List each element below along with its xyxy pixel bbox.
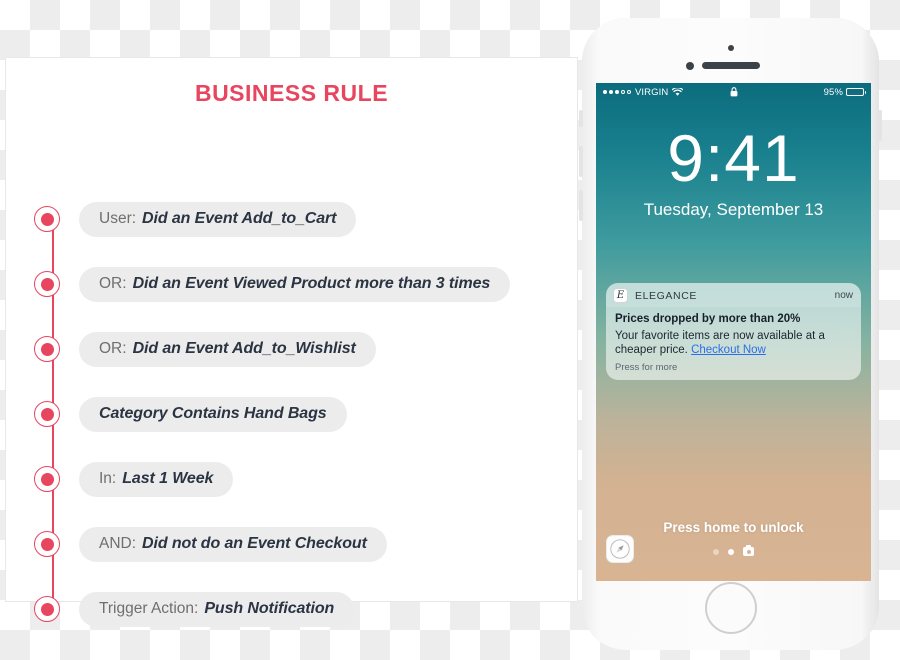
timeline-node-icon [34,531,60,557]
page-dot-active[interactable] [728,548,734,555]
timeline-node-icon [34,271,60,297]
push-notification-banner[interactable]: E ELEGANCE now Prices dropped by more th… [606,283,861,381]
signal-strength-icon [603,90,631,94]
rule-prefix: OR: [99,339,127,357]
home-button[interactable] [704,582,757,634]
clock-time: 9:41 [667,121,800,195]
rule-row[interactable]: Category Contains Hand Bags [34,395,567,433]
rule-row[interactable]: In: Last 1 Week [34,460,567,498]
signal-dot-empty [627,90,631,94]
front-camera-icon [685,62,694,70]
page-title: BUSINESS RULE [194,80,389,106]
rule-row[interactable]: Trigger Action: Push Notification [34,590,567,628]
rule-prefix: In: [99,469,117,487]
silent-switch-button[interactable] [579,110,583,127]
notification-body: Prices dropped by more than 20% Your fav… [606,307,861,380]
signal-dot-filled [603,90,607,94]
rule-value: Did not do an Event Checkout [142,534,367,552]
volume-down-button[interactable] [579,190,583,221]
volume-up-button[interactable] [579,146,583,177]
business-rule-card: BUSINESS RULE User: Did an Event Add_to_… [5,57,578,627]
rule-pill[interactable]: Trigger Action: Push Notification [79,591,355,627]
wifi-icon [672,87,684,96]
rule-value: Category Contains Hand Bags [99,404,327,422]
notification-press-hint: Press for more [615,362,678,374]
unlock-hint-label: Press home to unlock [663,520,804,535]
notification-message: Your favorite items are now available at… [615,329,852,359]
clock-date: Tuesday, September 13 [643,200,824,219]
page-dot[interactable] [713,548,719,555]
rule-value: Did an Event Viewed Product more than 3 … [132,274,491,292]
earpiece-speaker [701,62,760,69]
rule-pill[interactable]: User: Did an Event Add_to_Cart [79,201,357,237]
rule-value: Did an Event Add_to_Wishlist [132,339,356,357]
rule-prefix: Trigger Action: [99,599,199,617]
notification-app-name: ELEGANCE [635,289,697,302]
status-bar-right: 95% [823,86,866,98]
rule-row[interactable]: User: Did an Event Add_to_Cart [34,200,567,238]
rule-pill[interactable]: Category Contains Hand Bags [79,396,347,432]
timeline-node-icon [34,596,60,622]
signal-dot-filled [615,90,619,94]
rule-row[interactable]: OR: Did an Event Viewed Product more tha… [34,265,567,303]
lock-screen-clock: 9:41 Tuesday, September 13 [596,125,871,220]
lock-icon [730,87,737,97]
status-bar: VIRGIN 95% [596,83,871,101]
rule-pill[interactable]: In: Last 1 Week [79,461,234,497]
checkout-now-link[interactable]: Checkout Now [691,344,766,356]
rule-value: Last 1 Week [122,469,214,487]
rule-prefix: AND: [99,534,137,552]
carrier-label: VIRGIN [635,86,669,98]
phone-screen: VIRGIN 95% 9:41 Tuesday, September 13 E … [596,83,871,581]
timeline-node-icon [34,206,60,232]
notification-header: E ELEGANCE now [606,283,861,307]
rule-pill[interactable]: OR: Did an Event Viewed Product more tha… [79,266,511,302]
timeline-node-icon [34,401,60,427]
battery-percent-label: 95% [823,86,843,98]
timeline-node-icon [34,466,60,492]
rule-prefix: User: [99,209,137,227]
screenshot-stage: BUSINESS RULE User: Did an Event Add_to_… [0,0,900,660]
rule-row[interactable]: AND: Did not do an Event Checkout [34,525,567,563]
status-bar-left: VIRGIN [603,86,684,98]
signal-dot-filled [609,90,613,94]
camera-icon[interactable] [743,545,754,556]
battery-icon [846,88,866,96]
rule-pill[interactable]: OR: Did an Event Add_to_Wishlist [79,331,376,367]
rule-row[interactable]: OR: Did an Event Add_to_Wishlist [34,330,567,368]
rule-value: Push Notification [204,599,335,617]
rule-value: Did an Event Add_to_Cart [142,209,337,227]
power-button[interactable] [878,110,882,141]
signal-dot-empty [621,90,625,94]
iphone-mockup: VIRGIN 95% 9:41 Tuesday, September 13 E … [579,18,882,650]
notification-title: Prices dropped by more than 20% [615,313,801,325]
timeline-node-icon [34,336,60,362]
rule-prefix: OR: [99,274,127,292]
rule-pill[interactable]: AND: Did not do an Event Checkout [79,526,387,562]
proximity-sensor-icon [727,45,734,51]
notification-timestamp: now [834,290,853,301]
elegance-app-icon: E [613,288,628,303]
page-indicator [596,545,871,556]
